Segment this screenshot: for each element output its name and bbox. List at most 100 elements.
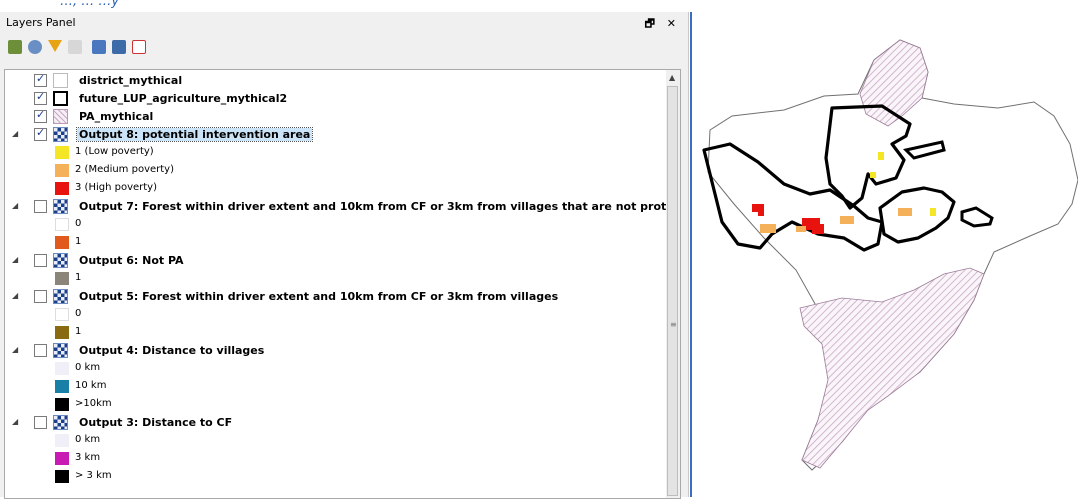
legend-swatch (55, 380, 69, 393)
legend-swatch (55, 452, 69, 465)
remove-layer-icon[interactable] (132, 40, 146, 54)
layer-visibility-checkbox[interactable] (34, 344, 47, 357)
legend-class-label: 0 km (75, 434, 101, 445)
legend-class-row: 3 (High poverty) (5, 180, 667, 198)
header-text: …, … …y (60, 0, 120, 9)
layer-row-output-4-distance-to-villages[interactable]: ◢ Output 4: Distance to villages (5, 342, 667, 360)
legend-class-label: > 3 km (75, 470, 112, 481)
layer-visibility-checkbox[interactable] (34, 290, 47, 303)
legend-swatch (55, 218, 69, 231)
legend-swatch (55, 236, 69, 249)
expand-arrow-icon[interactable]: ◢ (12, 129, 18, 138)
legend-class-row: 0 km (5, 360, 667, 378)
expand-arrow-icon[interactable]: ◢ (12, 291, 18, 300)
layer-name[interactable]: district_mythical (77, 74, 184, 87)
layer-visibility-checkbox[interactable] (34, 72, 47, 87)
layer-tree-scrollbar[interactable]: ▲ ≡ (666, 69, 681, 499)
legend-swatch (55, 398, 69, 411)
raster-layer-icon (53, 415, 68, 430)
collapse-all-icon[interactable] (112, 40, 126, 54)
legend-swatch (55, 182, 69, 195)
legend-class-label: 10 km (75, 380, 107, 391)
layers-toolbar (4, 38, 264, 60)
layer-row-future-lup-agriculture-mythical2[interactable]: future_LUP_agriculture_mythical2 (5, 90, 667, 108)
panel-float-close-buttons[interactable]: 🗗 ✕ (645, 15, 680, 34)
legend-class-row: 10 km (5, 378, 667, 396)
legend-swatch (55, 326, 69, 339)
legend-swatch (55, 470, 69, 483)
layer-visibility-checkbox[interactable] (34, 416, 47, 429)
expand-arrow-icon[interactable]: ◢ (12, 255, 18, 264)
expand-arrow-icon[interactable]: ◢ (12, 417, 18, 426)
layer-name[interactable]: PA_mythical (77, 110, 155, 123)
layer-row-output-5-forest-within-driver-extent-and[interactable]: ◢ Output 5: Forest within driver extent a… (5, 288, 667, 306)
layer-name[interactable]: future_LUP_agriculture_mythical2 (77, 92, 289, 105)
legend-class-row: > 3 km (5, 468, 667, 486)
legend-swatch (55, 362, 69, 375)
legend-swatch (55, 146, 69, 159)
layer-row-output-7-forest-within-driver-extent-and[interactable]: ◢ Output 7: Forest within driver extent a… (5, 198, 667, 216)
legend-swatch (55, 308, 69, 321)
legend-class-row: >10km (5, 396, 667, 414)
legend-class-label: 2 (Medium poverty) (75, 164, 174, 175)
panel-title: Layers Panel (6, 16, 76, 29)
panel-title-bar: Layers Panel 🗗 ✕ (0, 12, 688, 34)
legend-class-label: 0 km (75, 362, 101, 373)
layer-name[interactable]: Output 4: Distance to villages (77, 344, 266, 357)
layer-symbol-icon (53, 73, 68, 88)
layer-row-output-3-distance-to-cf[interactable]: ◢ Output 3: Distance to CF (5, 414, 667, 432)
layer-row-output-6-not-pa[interactable]: ◢ Output 6: Not PA (5, 252, 667, 270)
layer-visibility-checkbox[interactable] (34, 126, 47, 141)
layer-name[interactable]: Output 8: potential intervention area (75, 127, 314, 142)
legend-class-label: 1 (75, 272, 82, 283)
legend-class-row: 1 (5, 234, 667, 252)
layer-name[interactable]: Output 7: Forest within driver extent an… (77, 200, 667, 213)
legend-class-row: 0 (5, 306, 667, 324)
layer-row-pa-mythical[interactable]: PA_mythical (5, 108, 667, 126)
scrollbar-thumb[interactable]: ≡ (667, 86, 678, 496)
layer-name[interactable]: Output 6: Not PA (77, 254, 186, 267)
legend-class-label: 1 (75, 236, 82, 247)
legend-class-row: 2 (Medium poverty) (5, 162, 667, 180)
legend-class-label: 0 (75, 308, 82, 319)
manage-visibility-icon[interactable] (28, 40, 42, 54)
raster-layer-icon (53, 253, 68, 268)
raster-layer-icon (53, 343, 68, 358)
layer-symbol-icon (53, 91, 68, 106)
legend-class-row: 1 (5, 324, 667, 342)
layer-tree: district_mythical future_LUP_agriculture_… (4, 69, 668, 499)
legend-class-row: 1 (Low poverty) (5, 144, 667, 162)
expand-arrow-icon[interactable]: ◢ (12, 201, 18, 210)
layer-visibility-checkbox[interactable] (34, 108, 47, 123)
legend-class-label: >10km (75, 398, 112, 409)
legend-class-label: 3 km (75, 452, 101, 463)
layer-row-output-8-potential-intervention-area[interactable]: ◢ Output 8: potential intervention area (5, 126, 667, 144)
legend-swatch (55, 272, 69, 285)
scroll-up-icon[interactable]: ▲ (669, 73, 675, 82)
legend-class-row: 3 km (5, 450, 667, 468)
layer-visibility-checkbox[interactable] (34, 200, 47, 213)
legend-class-label: 0 (75, 218, 82, 229)
layer-visibility-checkbox[interactable] (34, 90, 47, 105)
map-canvas[interactable] (690, 12, 1078, 497)
raster-layer-icon (53, 289, 68, 304)
layer-name[interactable]: Output 5: Forest within driver extent an… (77, 290, 560, 303)
legend-class-row: 1 (5, 270, 667, 288)
layer-symbol-icon (53, 109, 68, 124)
legend-class-row: 0 (5, 216, 667, 234)
window-top-strip: …, … …y (0, 0, 1078, 12)
expand-all-icon[interactable] (92, 40, 106, 54)
raster-layer-icon (53, 127, 68, 142)
filter-legend-icon[interactable] (48, 40, 62, 52)
legend-swatch (55, 164, 69, 177)
layers-panel: Layers Panel 🗗 ✕ district_mythicalfuture… (0, 12, 689, 499)
layer-row-district-mythical[interactable]: district_mythical (5, 72, 667, 90)
layer-name[interactable]: Output 3: Distance to CF (77, 416, 234, 429)
open-layer-styling-icon[interactable] (8, 40, 22, 54)
map-svg (702, 39, 1078, 471)
filter-expression-icon[interactable] (68, 40, 82, 54)
expand-arrow-icon[interactable]: ◢ (12, 345, 18, 354)
layer-visibility-checkbox[interactable] (34, 254, 47, 267)
raster-layer-icon (53, 199, 68, 214)
legend-class-label: 3 (High poverty) (75, 182, 157, 193)
